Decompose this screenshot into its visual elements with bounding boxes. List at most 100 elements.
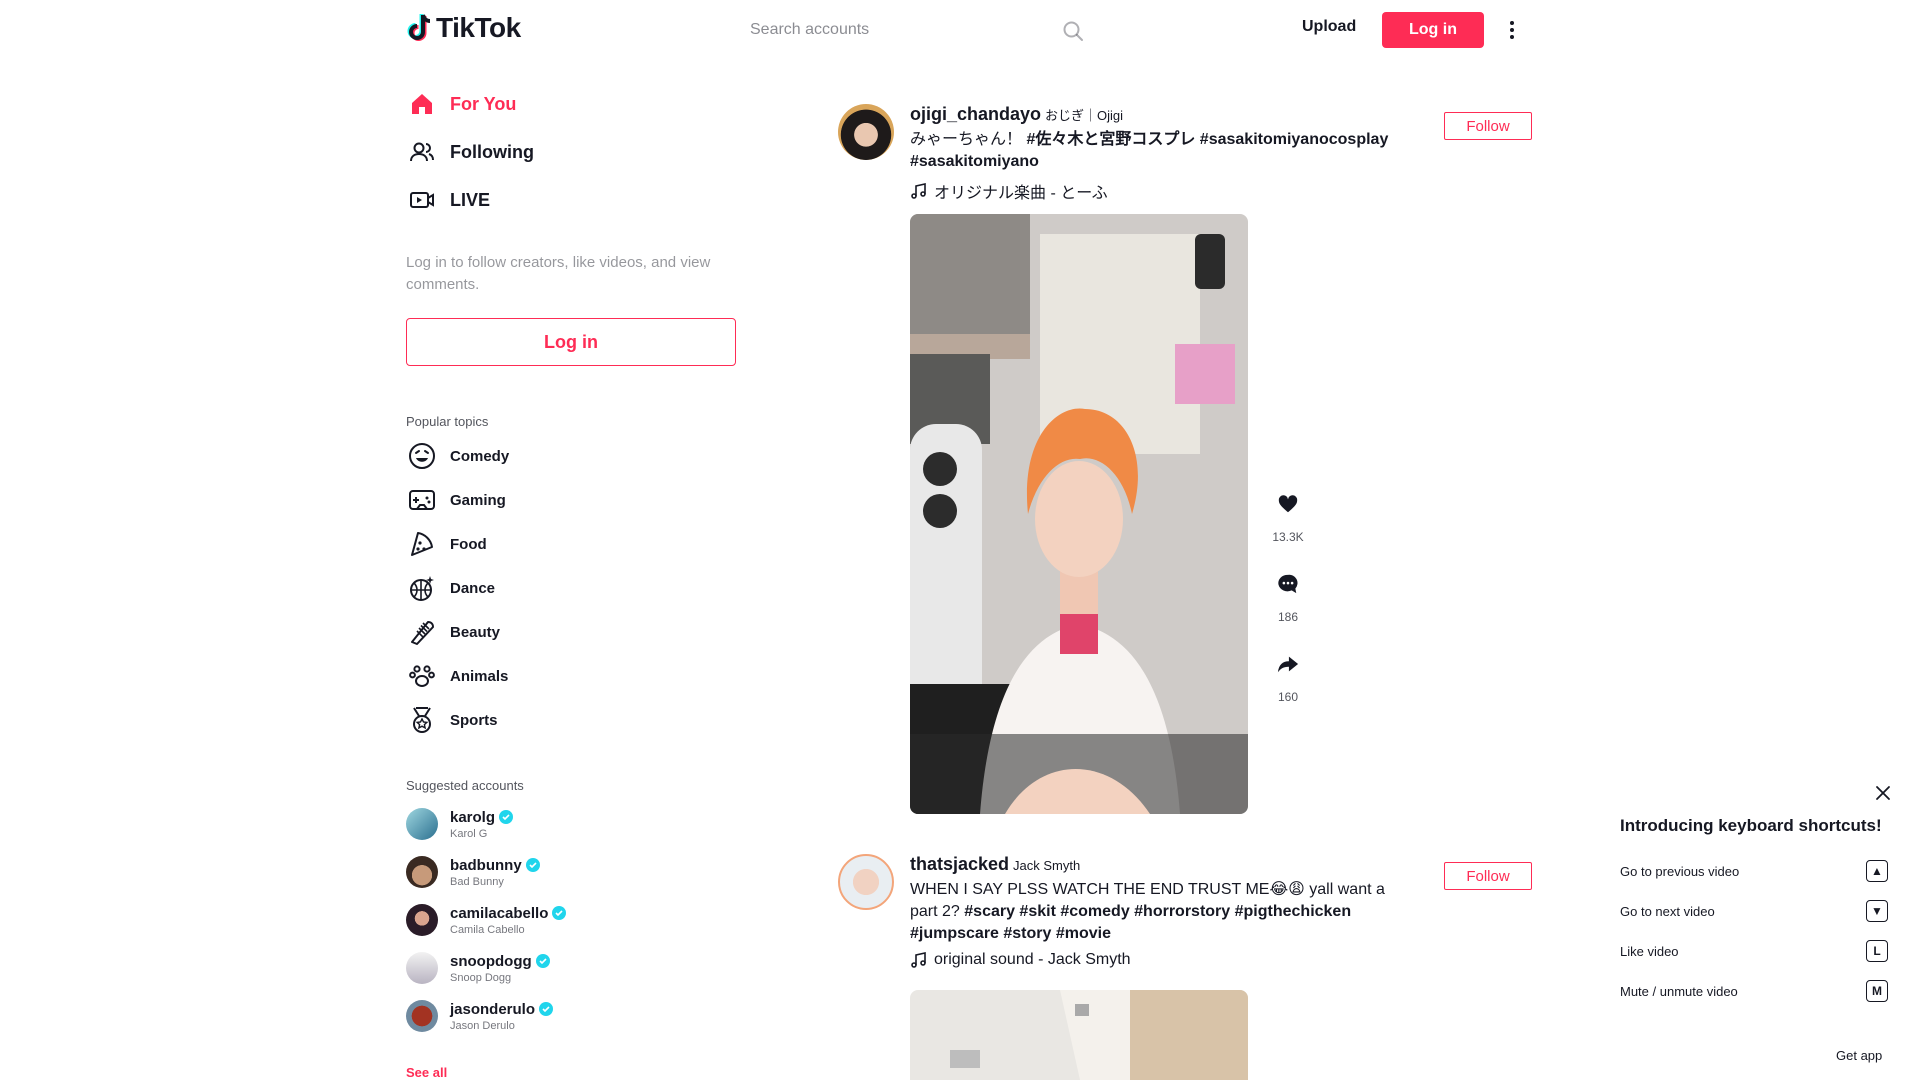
paw-icon [406, 660, 438, 692]
hashtags[interactable]: #scary #skit #comedy #horrorstory #pigth… [910, 903, 1351, 942]
search-input[interactable] [740, 21, 1040, 39]
shortcut-row: Like video L [1620, 940, 1888, 962]
get-app-link[interactable]: Get app [1836, 1048, 1882, 1063]
topic-gaming[interactable]: Gaming [406, 482, 506, 518]
topic-label: Dance [450, 579, 496, 597]
topic-dance[interactable]: Dance [406, 570, 495, 606]
follow-button[interactable]: Follow [1444, 862, 1532, 890]
suggested-account-snoopdogg[interactable]: snoopdogg Snoop Dogg [406, 946, 550, 990]
nav-label: LIVE [450, 189, 491, 210]
topic-food[interactable]: Food [406, 526, 487, 562]
popular-topics-title: Popular topics [406, 414, 489, 429]
sidebar-login-button[interactable]: Log in [406, 318, 736, 366]
upload-link[interactable]: Upload [1302, 18, 1356, 36]
post-avatar[interactable] [838, 854, 894, 910]
like-count: 13.3K [1272, 530, 1304, 544]
post-username[interactable]: ojigi_chandayo [910, 104, 1041, 125]
nav-following[interactable]: Following [406, 128, 534, 176]
key-l: L [1866, 940, 1888, 962]
live-icon [406, 184, 438, 216]
avatar [406, 856, 438, 888]
account-nickname: Bad Bunny [450, 875, 504, 888]
account-username: snoopdogg [450, 952, 532, 970]
shortcut-row: Mute / unmute video M [1620, 980, 1888, 1002]
nav-for-you[interactable]: For You [406, 80, 516, 128]
comment-count: 186 [1277, 610, 1299, 624]
post-music[interactable]: オリジナル楽曲 - とーふ [910, 179, 1410, 203]
post-description: WHEN I SAY PLSS WATCH THE END TRUST ME😂😩… [910, 879, 1410, 945]
tiktok-note-icon [407, 14, 431, 41]
post-info: ojigi_chandayo おじぎ｜Ojigi みゃーちゃん！ #佐々木と宮野… [910, 104, 1410, 203]
gamepad-icon [406, 484, 438, 516]
like-action[interactable]: 13.3K [1264, 484, 1312, 564]
share-count: 160 [1277, 690, 1299, 704]
topic-animals[interactable]: Animals [406, 658, 508, 694]
topic-label: Beauty [450, 623, 501, 641]
music-title: original sound - Jack Smyth [934, 951, 1131, 968]
topic-sports[interactable]: Sports [406, 702, 498, 738]
verified-badge-icon [535, 954, 550, 968]
account-nickname: Karol G [450, 827, 488, 840]
left-sidebar: For You Following LIVE Log in to follow … [406, 60, 736, 1080]
comb-icon [406, 616, 438, 648]
suggested-account-karolg[interactable]: karolg Karol G [406, 802, 514, 846]
avatar [406, 1000, 438, 1032]
topic-label: Gaming [450, 491, 506, 509]
login-hint-text: Log in to follow creators, like videos, … [406, 254, 711, 293]
search-bar [740, 10, 1100, 50]
nav-label: For You [450, 93, 517, 114]
video-player[interactable] [910, 990, 1248, 1080]
comment-action[interactable]: 186 [1264, 564, 1312, 644]
account-username: badbunny [450, 856, 522, 874]
feed-post: ojigi_chandayo おじぎ｜Ojigi みゃーちゃん！ #佐々木と宮野… [838, 104, 1548, 824]
account-username: jasonderulo [450, 1000, 536, 1018]
verified-badge-icon [525, 858, 540, 872]
header-login-button[interactable]: Log in [1382, 12, 1484, 48]
topic-label: Comedy [450, 447, 510, 465]
home-icon [406, 88, 438, 120]
shortcut-label: Go to previous video [1620, 863, 1740, 879]
topic-label: Sports [450, 711, 498, 729]
smile-icon [406, 440, 438, 472]
suggested-account-jasonderulo[interactable]: jasonderulo Jason Derulo [406, 994, 554, 1038]
top-header: TikTok Upload Log in [0, 0, 1920, 60]
comment-icon [1268, 564, 1308, 604]
post-music[interactable]: original sound - Jack Smyth [910, 951, 1410, 969]
tiktok-logo[interactable]: TikTok [406, 12, 521, 44]
suggested-account-camilacabello[interactable]: camilacabello Camila Cabello [406, 898, 567, 942]
video-frame [910, 214, 1248, 814]
topic-beauty[interactable]: Beauty [406, 614, 500, 650]
video-actions: 13.3K 186 160 [1264, 484, 1312, 724]
close-icon[interactable] [1874, 784, 1892, 802]
more-options-icon[interactable] [1500, 18, 1524, 42]
nav-label: Following [450, 141, 534, 162]
suggested-accounts-title: Suggested accounts [406, 778, 524, 793]
key-up-icon: ▲ [1866, 860, 1888, 882]
pizza-icon [406, 528, 438, 560]
post-nickname: おじぎ｜Ojigi [1045, 108, 1124, 123]
logo-text: TikTok [436, 12, 521, 43]
share-action[interactable]: 160 [1264, 644, 1312, 724]
shortcut-label: Mute / unmute video [1620, 983, 1738, 999]
post-avatar[interactable] [838, 104, 894, 160]
account-nickname: Snoop Dogg [450, 971, 512, 984]
topic-label: Animals [450, 667, 509, 685]
post-username[interactable]: thatsjacked [910, 854, 1009, 875]
keyboard-shortcuts-panel: Introducing keyboard shortcuts! Go to pr… [1620, 780, 1900, 1080]
feed-post: thatsjacked Jack Smyth WHEN I SAY PLSS W… [838, 854, 1548, 1080]
search-icon[interactable] [1062, 20, 1084, 42]
nav-live[interactable]: LIVE [406, 176, 490, 224]
music-note-icon [911, 952, 926, 968]
video-player[interactable] [910, 214, 1248, 814]
account-nickname: Camila Cabello [450, 923, 525, 936]
follow-button[interactable]: Follow [1444, 112, 1532, 140]
key-down-icon: ▼ [1866, 900, 1888, 922]
topic-comedy[interactable]: Comedy [406, 438, 509, 474]
see-all-link[interactable]: See all [406, 1065, 447, 1080]
caption-text: みゃーちゃん！ [910, 131, 1027, 148]
account-username: camilacabello [450, 904, 549, 922]
verified-badge-icon [552, 906, 567, 920]
medal-icon [406, 704, 438, 736]
users-icon [406, 136, 438, 168]
suggested-account-badbunny[interactable]: badbunny Bad Bunny [406, 850, 540, 894]
